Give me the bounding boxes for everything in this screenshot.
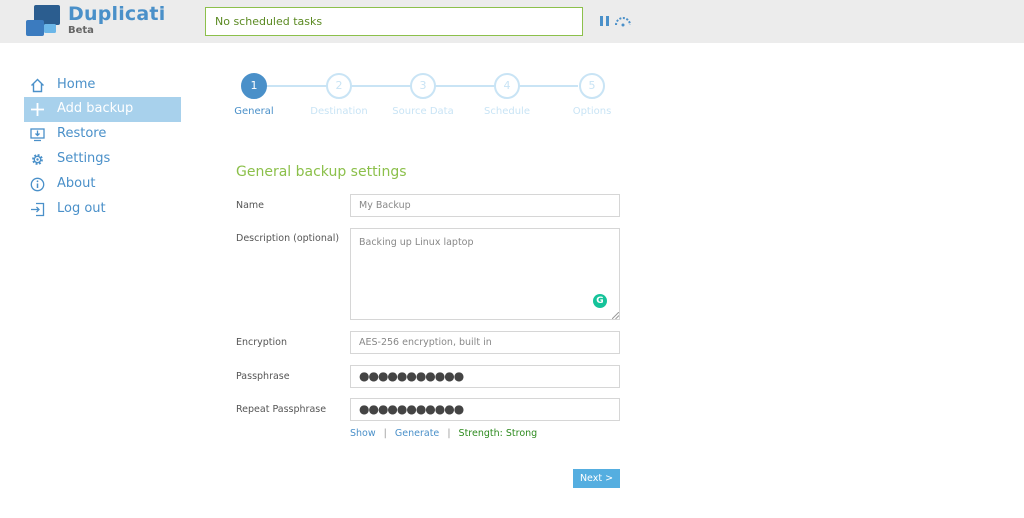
strength-indicator: Strength: Strong — [458, 428, 538, 439]
step-4-circle[interactable]: 4 — [494, 73, 520, 99]
status-text: No scheduled tasks — [215, 15, 323, 28]
passphrase-input[interactable]: ●●●●●●●●●●● — [350, 365, 620, 388]
sidebar-item-label: Home — [57, 77, 96, 92]
resize-handle-icon[interactable] — [612, 312, 619, 319]
name-label: Name — [236, 200, 265, 211]
separator: | — [447, 428, 451, 439]
pause-icon[interactable] — [600, 16, 610, 27]
step-2-circle[interactable]: 2 — [326, 73, 352, 99]
encryption-select[interactable]: AES-256 encryption, built in — [350, 331, 620, 354]
status-bar: No scheduled tasks — [205, 7, 583, 36]
plus-icon — [31, 103, 44, 116]
top-header: Duplicati Beta No scheduled tasks — [0, 0, 1024, 43]
next-button[interactable]: Next > — [573, 469, 620, 488]
sidebar-item-label: About — [57, 176, 96, 191]
step-5-label[interactable]: Options — [547, 106, 637, 117]
generate-link[interactable]: Generate — [395, 428, 439, 439]
description-label: Description (optional) — [236, 233, 340, 244]
sidebar-item-add-backup[interactable]: Add backup — [24, 97, 181, 122]
throttle-icon[interactable] — [614, 15, 632, 27]
section-title: General backup settings — [236, 164, 407, 180]
repeat-passphrase-input[interactable]: ●●●●●●●●●●● — [350, 398, 620, 421]
sidebar-item-label: Settings — [57, 151, 111, 166]
step-3-label[interactable]: Source Data — [378, 106, 468, 117]
duplicati-logo-icon — [26, 5, 60, 36]
restore-icon — [30, 128, 45, 142]
sidebar-item-logout[interactable]: Log out — [24, 197, 181, 222]
step-1-label[interactable]: General — [209, 106, 299, 117]
step-3-circle[interactable]: 3 — [410, 73, 436, 99]
app-name: Duplicati — [68, 3, 166, 25]
sidebar-item-about[interactable]: About — [24, 172, 181, 197]
sidebar-item-settings[interactable]: Settings — [24, 147, 181, 172]
sidebar-item-restore[interactable]: Restore — [24, 122, 181, 147]
logout-icon — [31, 202, 45, 217]
sidebar-item-label: Add backup — [57, 101, 134, 116]
show-link[interactable]: Show — [350, 428, 376, 439]
app-tag: Beta — [68, 25, 94, 36]
grammarly-icon[interactable]: G — [593, 294, 607, 308]
sidebar-item-label: Restore — [57, 126, 107, 141]
name-input[interactable]: My Backup — [350, 194, 620, 217]
sidebar-item-label: Log out — [57, 201, 106, 216]
description-textarea[interactable]: Backing up Linux laptop — [350, 228, 620, 320]
passphrase-actions: Show | Generate | Strength: Strong — [350, 428, 537, 439]
gear-icon — [32, 154, 43, 165]
info-icon — [30, 177, 45, 192]
description-text: Backing up Linux laptop — [359, 237, 474, 248]
separator: | — [383, 428, 387, 439]
sidebar-item-home[interactable]: Home — [24, 73, 181, 98]
encryption-label: Encryption — [236, 337, 288, 348]
step-2-label[interactable]: Destination — [294, 106, 384, 117]
passphrase-label: Passphrase — [236, 371, 290, 382]
home-icon — [31, 78, 44, 93]
repeat-passphrase-label: Repeat Passphrase — [236, 404, 327, 415]
step-1-circle[interactable]: 1 — [241, 73, 267, 99]
step-5-circle[interactable]: 5 — [579, 73, 605, 99]
step-4-label[interactable]: Schedule — [462, 106, 552, 117]
